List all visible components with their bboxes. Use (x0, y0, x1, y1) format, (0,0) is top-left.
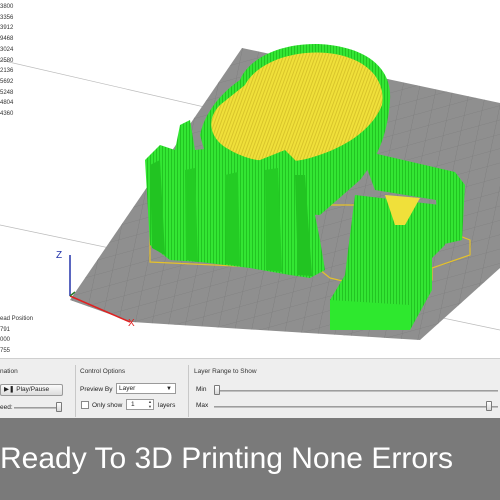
3d-preview-viewport[interactable]: Z X 3800 3356 3912 9468 3024 2580 2136 5692 5248… (0, 0, 500, 358)
preview-by-select[interactable]: Layer ▼ (116, 383, 176, 394)
stat-line: 4804 (0, 100, 14, 107)
z-axis-label: Z (56, 250, 62, 261)
layer-max-label: Max (196, 402, 209, 409)
layers-label: layers (158, 402, 176, 409)
speed-label: eed: (0, 404, 13, 411)
preview-by-label: Preview By (80, 386, 113, 393)
stat-line: 4360 (0, 111, 14, 118)
stat-line: 5248 (0, 89, 14, 96)
layer-range-group-label: Layer Range to Show (194, 368, 257, 375)
print-stats: 3800 3356 3912 9468 3024 2580 2136 5692 5248 4804… (0, 2, 13, 120)
head-position-x: 791 (0, 326, 11, 333)
stat-line: 2580 (0, 57, 14, 64)
layer-min-slider-handle[interactable] (214, 385, 220, 395)
stat-line: 3912 (0, 25, 14, 32)
chevron-down-icon: ▼ (166, 386, 172, 392)
layer-min-label: Min (196, 386, 207, 393)
stat-line: 3024 (0, 46, 14, 53)
stat-line: 5692 (0, 78, 14, 85)
play-icon: ▶❚ (4, 386, 15, 393)
layer-max-slider-handle[interactable] (486, 401, 493, 411)
only-show-label: Only show (92, 402, 123, 409)
play-pause-button[interactable]: ▶❚ Play/Pause (0, 384, 63, 396)
x-axis-label: X (128, 318, 135, 329)
layer-max-slider-track[interactable] (214, 406, 498, 408)
print-preview-scene: Z X (0, 44, 500, 340)
caption-banner: Ready To 3D Printing None Errors (0, 418, 500, 500)
speed-slider-handle[interactable] (56, 402, 62, 412)
stat-line: 3800 (0, 4, 14, 10)
only-show-layers-value: 1 (131, 401, 135, 408)
control-panel: nation ▶❚ Play/Pause eed: Control Option… (0, 358, 500, 418)
speed-slider-track[interactable] (14, 407, 62, 409)
animation-group-label: nation (0, 368, 18, 375)
spin-arrows-icon[interactable]: ▲ ▼ (148, 399, 152, 409)
control-options-group-label: Control Options (80, 368, 126, 375)
only-show-layers-input[interactable]: 1 ▲ ▼ (126, 399, 154, 410)
head-position-title: ead Position (0, 316, 34, 322)
head-position-z: 755 (0, 347, 11, 354)
play-pause-label: Play/Pause (16, 386, 50, 393)
head-position-y: 000 (0, 337, 11, 343)
group-divider (75, 365, 76, 417)
head-position-panel: ead Position 791 000 755 (0, 314, 33, 356)
stat-line: 3356 (0, 14, 14, 21)
preview-by-value: Layer (119, 385, 136, 392)
only-show-checkbox[interactable] (81, 401, 89, 409)
group-divider (188, 365, 189, 417)
layer-min-slider-track[interactable] (214, 390, 498, 392)
stat-line: 2136 (0, 68, 14, 75)
stat-line: 9468 (0, 36, 14, 43)
